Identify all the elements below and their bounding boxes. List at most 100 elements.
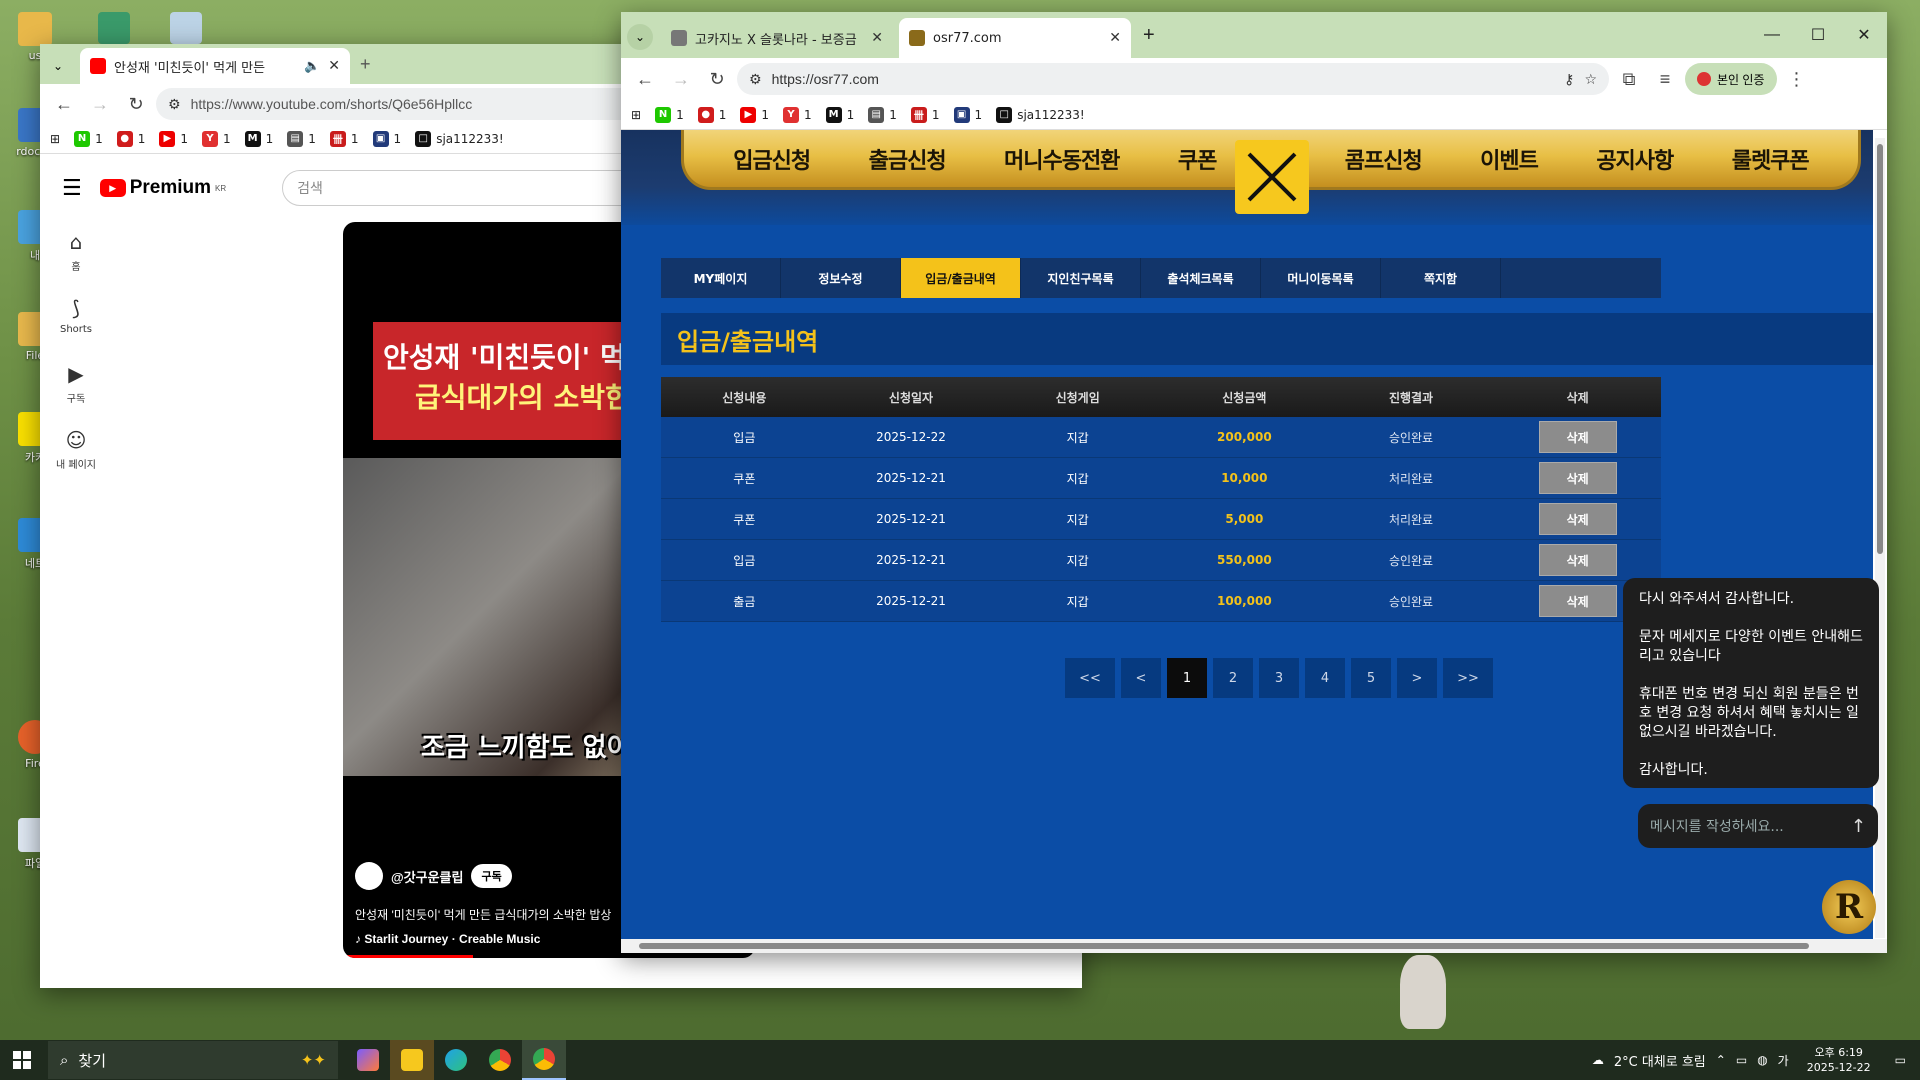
nav-item-1[interactable]: 출금신청 bbox=[869, 143, 947, 175]
extensions-icon[interactable]: ⧉ bbox=[1613, 63, 1645, 95]
sticky-notes-icon[interactable] bbox=[390, 1040, 434, 1080]
close-tab-icon[interactable]: ✕ bbox=[328, 58, 340, 74]
bookmark-item[interactable]: ● 1 bbox=[697, 106, 726, 123]
subtab-4[interactable]: 출석체크목록 bbox=[1141, 258, 1261, 298]
delete-button[interactable]: 삭제 bbox=[1538, 544, 1617, 576]
subtab-1[interactable]: 정보수정 bbox=[781, 258, 901, 298]
bookmark-item[interactable]: ● 1 bbox=[116, 130, 145, 147]
new-tab-icon[interactable]: + bbox=[360, 54, 371, 75]
subtab-0[interactable]: MY페이지 bbox=[661, 258, 781, 298]
site-info-icon[interactable]: ⚙ bbox=[168, 96, 181, 113]
progress-bar[interactable] bbox=[343, 955, 473, 958]
volume-icon[interactable]: ◍ bbox=[1757, 1053, 1767, 1067]
close-popup-button[interactable] bbox=[1235, 140, 1309, 214]
apps-icon[interactable]: ⊞ bbox=[50, 132, 60, 146]
taskbar-search[interactable]: ⌕ 찾기 ✦✦ bbox=[48, 1041, 338, 1079]
subscribe-button[interactable]: 구독 bbox=[471, 864, 512, 888]
media-icon[interactable]: ≡ bbox=[1649, 63, 1681, 95]
apps-icon[interactable]: ⊞ bbox=[631, 108, 641, 122]
recycle-bin-icon[interactable] bbox=[170, 12, 202, 44]
close-tab-icon[interactable]: ✕ bbox=[871, 30, 883, 46]
horizontal-scrollbar[interactable] bbox=[621, 939, 1887, 953]
subtab-5[interactable]: 머니이동목록 bbox=[1261, 258, 1381, 298]
ime-icon[interactable]: 가 bbox=[1778, 1052, 1789, 1069]
back-icon[interactable]: ← bbox=[48, 88, 80, 120]
subtab-6[interactable]: 쪽지함 bbox=[1381, 258, 1501, 298]
scroll-thumb[interactable] bbox=[639, 943, 1809, 949]
chrome-icon[interactable] bbox=[478, 1040, 522, 1080]
sidebar-item-subscriptions[interactable]: ▶ 구독 bbox=[40, 362, 112, 428]
scroll-thumb[interactable] bbox=[1877, 144, 1883, 554]
sidebar-item-home[interactable]: ⌂ 홈 bbox=[40, 230, 112, 296]
page-button[interactable]: << bbox=[1065, 658, 1115, 698]
nav-item-7[interactable]: 룰렛쿠폰 bbox=[1732, 143, 1810, 175]
new-tab-icon[interactable]: + bbox=[1143, 24, 1155, 47]
reload-icon[interactable]: ↻ bbox=[701, 63, 733, 95]
menu-icon[interactable]: ☰ bbox=[62, 175, 82, 201]
weather-icon[interactable]: ☁ bbox=[1592, 1053, 1604, 1067]
page-button[interactable]: 5 bbox=[1351, 658, 1391, 698]
nav-item-3[interactable]: 쿠폰 bbox=[1178, 143, 1217, 175]
delete-button[interactable]: 삭제 bbox=[1538, 421, 1617, 453]
bookmark-item[interactable]: ▤ 1 bbox=[287, 130, 316, 147]
bookmark-item[interactable]: Y1 bbox=[201, 130, 231, 147]
copilot-icon[interactable] bbox=[346, 1040, 390, 1080]
page-button[interactable]: 3 bbox=[1259, 658, 1299, 698]
delete-button[interactable]: 삭제 bbox=[1538, 462, 1617, 494]
bookmark-star-icon[interactable]: ☆ bbox=[1584, 71, 1597, 88]
forward-icon[interactable]: → bbox=[84, 88, 116, 120]
bookmark-item[interactable]: M1 bbox=[825, 106, 854, 123]
bookmark-item[interactable]: ▶ 1 bbox=[159, 130, 188, 147]
send-arrow-icon[interactable]: ↑ bbox=[1851, 816, 1866, 837]
close-window-icon[interactable]: ✕ bbox=[1841, 12, 1887, 58]
more-menu-icon[interactable]: ⋮ bbox=[1781, 63, 1813, 95]
password-key-icon[interactable]: ⚷ bbox=[1564, 71, 1574, 88]
bookmark-item[interactable]: ▤ 1 bbox=[868, 106, 897, 123]
edge-icon[interactable] bbox=[434, 1040, 478, 1080]
forward-icon[interactable]: → bbox=[665, 63, 697, 95]
tab-osr77[interactable]: osr77.com ✕ bbox=[899, 18, 1131, 58]
page-button[interactable]: < bbox=[1121, 658, 1161, 698]
tab-casino[interactable]: 고카지노 X 슬롯나라 - 보증금 ✕ bbox=[661, 18, 893, 58]
channel-avatar[interactable] bbox=[355, 862, 383, 890]
bookmark-item[interactable]: ▶ 1 bbox=[740, 106, 769, 123]
sidebar-item-shorts[interactable]: ⟆ Shorts bbox=[40, 296, 112, 362]
audio-icon[interactable]: 🔈 bbox=[304, 59, 320, 74]
page-button[interactable]: 1 bbox=[1167, 658, 1207, 698]
channel-name[interactable]: @갓구운클립 bbox=[391, 867, 463, 886]
maximize-icon[interactable]: ☐ bbox=[1795, 12, 1841, 58]
chevron-up-icon[interactable]: ⌃ bbox=[1716, 1053, 1726, 1067]
tab-youtube[interactable]: 안성재 '미친듯이' 먹게 만든 🔈 ✕ bbox=[80, 48, 350, 84]
back-icon[interactable]: ← bbox=[629, 63, 661, 95]
page-button[interactable]: > bbox=[1397, 658, 1437, 698]
page-button[interactable]: 4 bbox=[1305, 658, 1345, 698]
nav-item-6[interactable]: 공지사항 bbox=[1596, 143, 1674, 175]
sidebar-item-you[interactable]: ☺ 내 페이지 bbox=[40, 428, 112, 494]
page-button[interactable]: >> bbox=[1443, 658, 1493, 698]
bookmark-item[interactable]: □ sja112233! bbox=[415, 130, 504, 147]
bookmark-item[interactable]: 卌1 bbox=[910, 106, 940, 123]
close-tab-icon[interactable]: ✕ bbox=[1109, 30, 1121, 46]
bookmark-item[interactable]: □ sja112233! bbox=[996, 106, 1085, 123]
tab-search-icon[interactable]: ⌄ bbox=[46, 54, 70, 78]
chrome-active-icon[interactable] bbox=[522, 1040, 566, 1080]
start-icon[interactable] bbox=[0, 1040, 44, 1080]
page-button[interactable]: 2 bbox=[1213, 658, 1253, 698]
bookmark-item[interactable]: 卌1 bbox=[329, 130, 359, 147]
delete-button[interactable]: 삭제 bbox=[1538, 585, 1617, 617]
chat-input[interactable]: 메시지를 작성하세요... ↑ bbox=[1638, 804, 1878, 848]
clock[interactable]: 오후 6:19 2025-12-22 bbox=[1807, 1045, 1871, 1075]
site-info-icon[interactable]: ⚙ bbox=[749, 71, 762, 88]
nav-item-2[interactable]: 머니수동전환 bbox=[1004, 143, 1120, 175]
nav-item-4[interactable]: 콤프신청 bbox=[1345, 143, 1423, 175]
bookmark-item[interactable]: Y1 bbox=[782, 106, 812, 123]
bookmark-item[interactable]: ▣ 1 bbox=[372, 130, 401, 147]
bookmark-item[interactable]: N1 bbox=[74, 130, 103, 147]
nav-item-0[interactable]: 입금신청 bbox=[733, 143, 811, 175]
delete-button[interactable]: 삭제 bbox=[1538, 503, 1617, 535]
short-music[interactable]: ♪ Starlit Journey · Creable Music bbox=[355, 932, 540, 946]
tab-search-icon[interactable]: ⌄ bbox=[627, 24, 653, 50]
bookmark-item[interactable]: M1 bbox=[244, 130, 273, 147]
address-bar[interactable]: ⚙ https://osr77.com ⚷ ☆ bbox=[737, 63, 1609, 95]
nav-item-5[interactable]: 이벤트 bbox=[1480, 143, 1539, 175]
